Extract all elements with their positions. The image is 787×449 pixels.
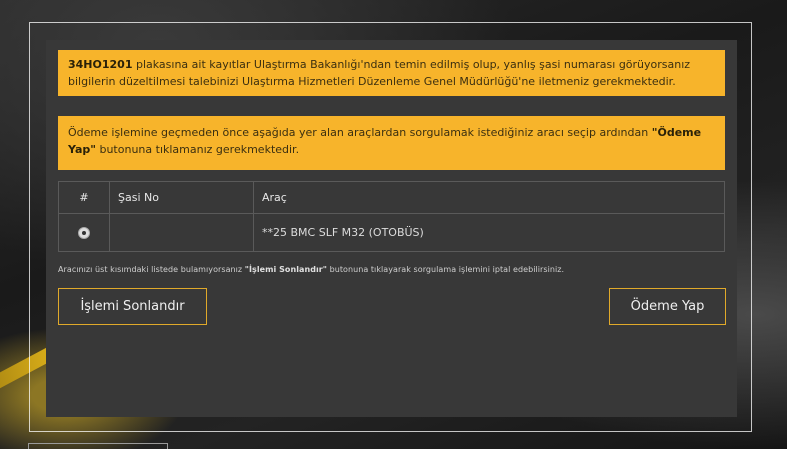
- vehicle-cell: **25 BMC SLF M32 (OTOBÜS): [253, 213, 725, 252]
- plate-number: 34HO1201: [68, 58, 133, 71]
- bottom-tab-edge: [28, 443, 168, 449]
- hint-text-after: butonuna tıklayarak sorgulama işlemini i…: [326, 265, 565, 274]
- hint-text-before: Aracınızı üst kısımdaki listede bulamıyo…: [58, 265, 245, 274]
- hint-highlight: "İşlemi Sonlandır": [244, 265, 327, 274]
- chassis-cell: [109, 213, 254, 252]
- vehicle-selection-panel: 34HO1201 plakasına ait kayıtlar Ulaştırm…: [46, 40, 737, 417]
- table-row[interactable]: **25 BMC SLF M32 (OTOBÜS): [58, 213, 725, 252]
- column-header-chassis: Şasi No: [109, 181, 254, 214]
- cancel-hint: Aracınızı üst kısımdaki listede bulamıyo…: [58, 265, 564, 274]
- make-payment-button[interactable]: Ödeme Yap: [609, 288, 726, 325]
- payment-instruction-notice: Ödeme işlemine geçmeden önce aşağıda yer…: [58, 116, 725, 170]
- vehicle-radio-button[interactable]: [78, 227, 90, 239]
- registry-info-notice: 34HO1201 plakasına ait kayıtlar Ulaştırm…: [58, 50, 725, 96]
- row-select-cell: [58, 213, 110, 252]
- end-process-button[interactable]: İşlemi Sonlandır: [58, 288, 207, 325]
- column-header-index: #: [58, 181, 110, 214]
- column-header-vehicle: Araç: [253, 181, 725, 214]
- table-header-row: # Şasi No Araç: [58, 181, 725, 214]
- registry-info-text: plakasına ait kayıtlar Ulaştırma Bakanlı…: [68, 58, 691, 88]
- instruction-text-after: butonuna tıklamanız gerekmektedir.: [95, 143, 300, 156]
- instruction-text-before: Ödeme işlemine geçmeden önce aşağıda yer…: [68, 126, 652, 139]
- vehicle-table: # Şasi No Araç **25 BMC SLF M32 (OTOBÜS): [58, 181, 725, 252]
